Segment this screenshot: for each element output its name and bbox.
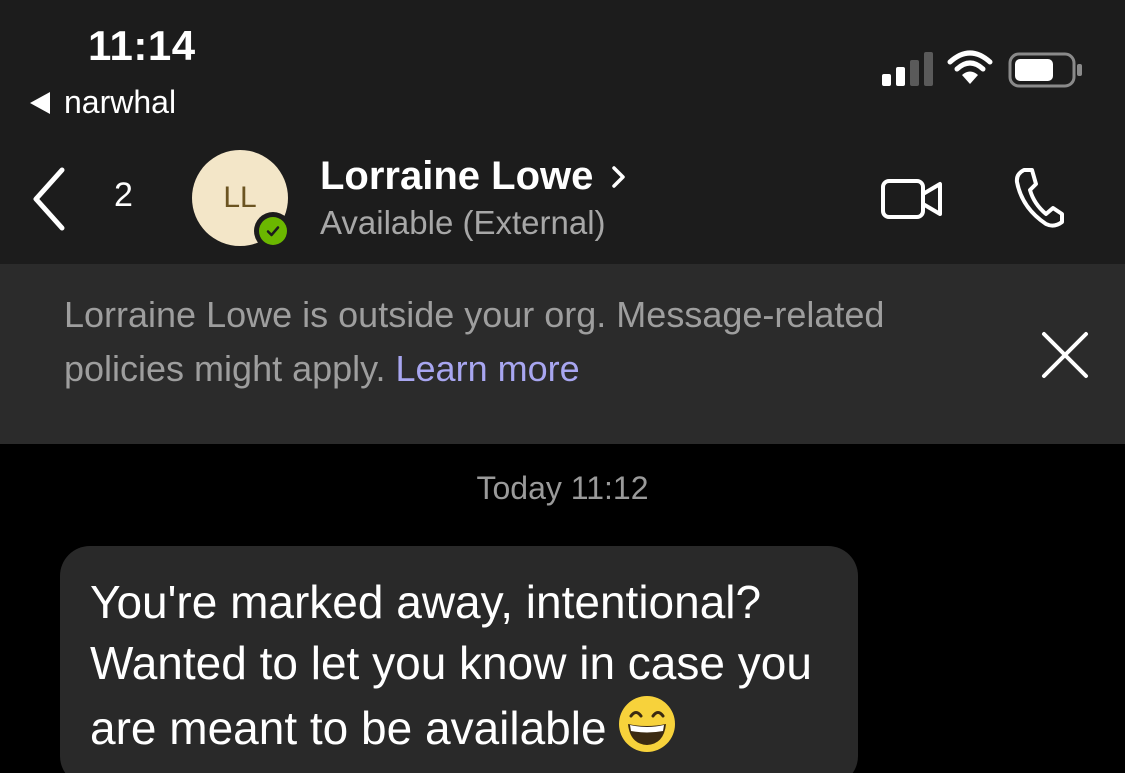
phone-call-icon[interactable] <box>1012 166 1064 230</box>
banner-message: Lorraine Lowe is outside your org. Messa… <box>64 288 944 396</box>
contact-name: Lorraine Lowe <box>320 154 594 198</box>
chevron-left-icon[interactable] <box>28 166 70 232</box>
message-body: You're marked away, intentional? Wanted … <box>90 576 812 754</box>
presence-badge <box>254 212 292 250</box>
learn-more-link[interactable]: Learn more <box>396 348 580 389</box>
message-timestamp: Today 11:12 <box>476 470 649 506</box>
avatar-initials: LL <box>223 181 257 214</box>
back-to-app-link[interactable]: narwhal <box>30 84 176 121</box>
contact-status: Available (External) <box>320 204 606 241</box>
video-call-icon[interactable] <box>880 176 944 222</box>
contact-name-button[interactable]: Lorraine Lowe <box>320 154 627 199</box>
wifi-icon <box>947 50 993 84</box>
unread-count: 2 <box>114 176 133 214</box>
back-triangle-icon <box>30 91 50 114</box>
cellular-signal-icon <box>882 52 933 86</box>
battery-icon <box>1008 52 1082 88</box>
available-check-icon <box>259 217 287 245</box>
chevron-right-icon <box>612 165 626 188</box>
back-app-label: narwhal <box>64 84 177 120</box>
message-text: You're marked away, intentional? Wanted … <box>90 572 850 759</box>
close-icon[interactable] <box>1040 330 1090 380</box>
status-time: 11:14 <box>88 22 196 69</box>
grinning-face-emoji-icon <box>618 696 675 752</box>
